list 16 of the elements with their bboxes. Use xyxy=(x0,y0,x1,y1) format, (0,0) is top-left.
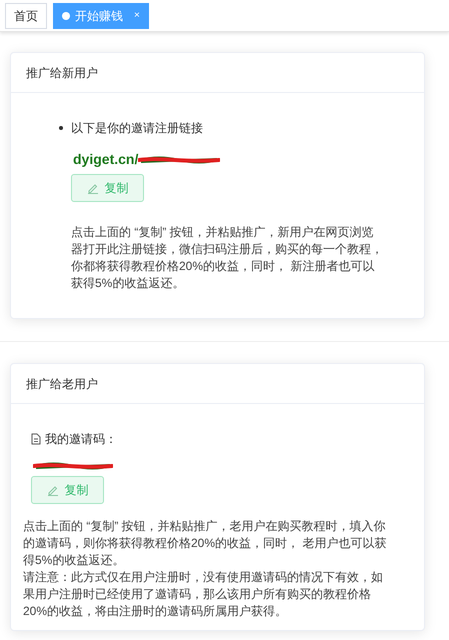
close-icon[interactable]: × xyxy=(134,8,140,23)
card-title: 推广给新用户 xyxy=(11,53,424,93)
intro-text: 以下是你的邀请注册链接 xyxy=(71,120,203,137)
description-text: 请注意：此方式仅在用户注册时，没有使用邀请码的情况下有效，如果用户注册时已经使用了邀请码，那么该用户所有购买的教程价格20%的收益，将由注册时的邀请码所属用户获得。 xyxy=(23,569,384,620)
tab[interactable]: 开始赚钱 × xyxy=(53,2,149,28)
tab[interactable]: 首页 xyxy=(5,2,47,28)
bullet-icon xyxy=(59,126,63,130)
description-text: 点击上面的 “复制” 按钮，并粘贴推广，老用户在购买教程时，填入你的邀请码，则你将获得教程价格20%的收益，同时， 老用户也可以获得5%的收益返还。 xyxy=(23,518,388,569)
copy-button[interactable]: 复制 xyxy=(31,476,104,504)
copy-button[interactable]: 复制 xyxy=(71,174,144,202)
description-text: 点击上面的 “复制” 按钮，并粘贴推广，新用户在网页浏览器打开此注册链接，微信扫码注册后，购买的每一个教程，你都将获得教程价格20%的收益，同时， 新注册者也可以获得5%的收益返还。 xyxy=(71,224,384,292)
pencil-icon xyxy=(46,484,58,496)
card-title: 推广给老用户 xyxy=(11,364,424,404)
pencil-icon xyxy=(86,182,98,194)
document-icon xyxy=(31,433,41,445)
intro-text: 我的邀请码： xyxy=(45,431,117,448)
